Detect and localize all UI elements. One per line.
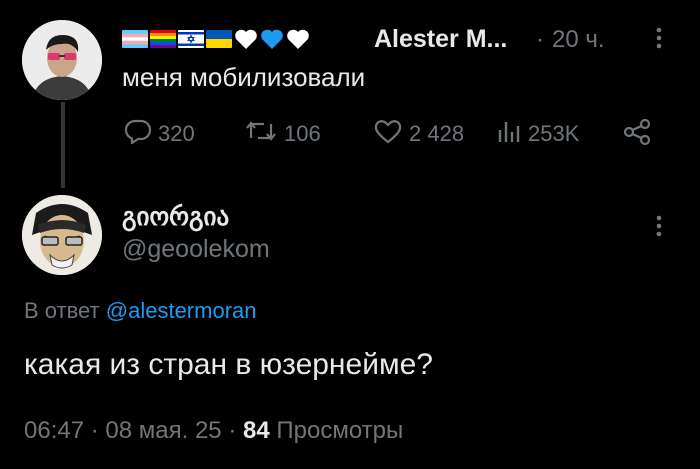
like-count: 2 428 [409,121,465,146]
share-icon[interactable] [622,118,652,151]
original-author-avatar[interactable] [22,20,102,100]
thread-connector-line [61,102,65,188]
reply-author-avatar[interactable] [22,195,102,275]
reply-context: В ответ @alestermoran [24,298,257,324]
original-author-emoji-row [122,28,310,50]
reply-author-handle[interactable]: @geoolekom [122,235,270,264]
transgender-flag-icon [122,30,148,48]
views-count: 253K [528,121,580,146]
reply-context-prefix: В ответ [24,298,100,323]
reply-views-label: Просмотры [276,417,404,444]
white-heart-icon [234,28,258,50]
reply-button[interactable]: 320 [124,118,195,150]
like-button[interactable]: 2 428 [373,118,464,150]
reply-tweet-meta: 06:47 · 08 мая. 25 · 84 Просмотры [24,417,403,445]
rainbow-pride-flag-icon [150,30,176,48]
original-time-separator: · [536,26,544,53]
israel-flag-icon [178,30,204,48]
reply-icon [124,118,152,150]
ukraine-flag-icon [206,30,232,48]
reply-to-mention-link[interactable]: @alestermoran [106,298,257,323]
retweet-count: 106 [284,121,321,146]
reply-tweet-text: какая из стран в юзернейме? [24,348,433,381]
original-tweet-time[interactable]: 20 ч. [552,26,605,54]
reply-tweet-time[interactable]: 06:47 [24,417,84,444]
bar-chart-icon [496,118,522,150]
retweet-icon [244,118,278,150]
blue-heart-icon [260,28,284,50]
reply-more-options-icon[interactable] [655,214,663,243]
reply-author-display-name[interactable]: გიორგია [122,202,229,232]
reply-tweet-date[interactable]: 08 мая. 25 [105,417,221,444]
reply-count: 320 [158,121,195,146]
original-author-name[interactable]: Alester M... [374,25,507,54]
white-heart-icon [286,28,310,50]
original-more-options-icon[interactable] [655,26,663,55]
retweet-button[interactable]: 106 [244,118,321,150]
heart-outline-icon [373,118,403,150]
meta-separator: · [228,417,237,444]
meta-separator: · [90,417,99,444]
original-tweet-text: меня мобилизовали [122,62,366,92]
views-button[interactable]: 253K [496,118,579,150]
reply-views-count: 84 [243,417,270,444]
